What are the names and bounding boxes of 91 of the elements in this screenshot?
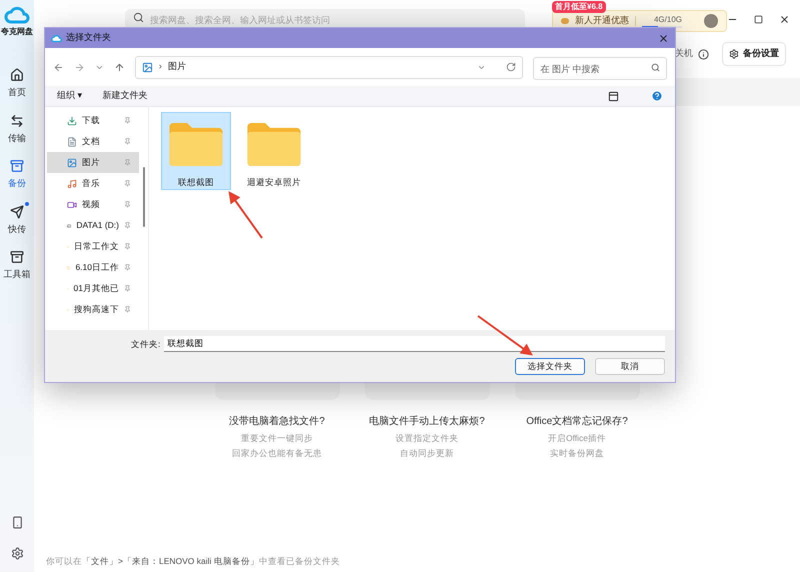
close-icon[interactable] bbox=[779, 14, 790, 24]
folder-field-label: 文件夹: bbox=[131, 338, 160, 350]
nav-pane-item[interactable]: 01月其他已 bbox=[47, 278, 139, 299]
promo-badge: 首月低至¥6.8 bbox=[552, 1, 606, 13]
feature-description: 自动同步更新 bbox=[400, 447, 454, 460]
document-icon bbox=[67, 136, 77, 146]
pin-icon[interactable] bbox=[124, 159, 131, 166]
nav-item[interactable]: 传输 bbox=[8, 114, 26, 145]
folder-name-field[interactable]: 联想截图 bbox=[164, 336, 665, 352]
feature-description: 开启Office插件 bbox=[548, 432, 606, 444]
info-icon[interactable] bbox=[698, 48, 709, 60]
pin-icon[interactable] bbox=[124, 306, 131, 313]
feature-description: 设置指定文件夹 bbox=[396, 432, 458, 444]
folder-icon bbox=[245, 121, 303, 166]
pin-icon[interactable] bbox=[124, 222, 131, 229]
new-folder-button[interactable]: 新建文件夹 bbox=[102, 89, 148, 103]
toolbox-icon bbox=[10, 250, 24, 264]
nav-pane-item[interactable]: 图片 bbox=[47, 152, 139, 173]
up-icon[interactable] bbox=[114, 62, 125, 72]
pin-icon[interactable] bbox=[124, 201, 131, 208]
cancel-button[interactable]: 取消 bbox=[595, 358, 665, 375]
nav-pane-item[interactable]: 视频 bbox=[47, 194, 139, 215]
home-icon bbox=[10, 68, 24, 82]
feature-title: 电脑文件手动上传太麻烦? bbox=[369, 414, 485, 428]
phone-icon[interactable] bbox=[10, 516, 24, 529]
footer-text: 你可以在 bbox=[46, 554, 82, 568]
promo-label: 新人开通优惠 bbox=[575, 14, 629, 28]
feature-description: 回家办公也能有备无患 bbox=[232, 447, 322, 460]
search-icon bbox=[133, 12, 144, 23]
avatar[interactable] bbox=[704, 14, 718, 28]
feature-title: 没带电脑着急找文件? bbox=[229, 414, 325, 428]
pin-icon[interactable] bbox=[124, 243, 131, 250]
picture-icon bbox=[142, 62, 153, 72]
organize-menu[interactable]: 组织 ▾ bbox=[57, 89, 83, 103]
refresh-icon[interactable] bbox=[506, 62, 516, 72]
select-folder-button[interactable]: 选择文件夹 bbox=[515, 358, 585, 375]
breadcrumb-separator: › bbox=[158, 60, 162, 74]
video-icon bbox=[67, 200, 77, 210]
pin-icon[interactable] bbox=[124, 285, 131, 292]
picture-icon bbox=[67, 158, 77, 168]
feature-description: 重要文件一键同步 bbox=[241, 432, 313, 444]
storage-usage: 4G/10G bbox=[654, 14, 682, 26]
nav-pane-item[interactable]: 搜狗高速下 bbox=[47, 299, 139, 320]
nav-pane-item[interactable]: 下载 bbox=[47, 110, 139, 131]
backup-icon bbox=[10, 159, 24, 173]
cloud-logo-icon bbox=[51, 34, 62, 42]
pin-icon[interactable] bbox=[124, 264, 131, 271]
footer-text: 中查看已备份文件夹 bbox=[258, 554, 340, 568]
folder-icon bbox=[167, 121, 225, 166]
forward-icon[interactable] bbox=[74, 62, 85, 72]
nav-item[interactable]: 备份 bbox=[8, 159, 26, 190]
scrollbar[interactable] bbox=[143, 167, 145, 227]
arrow-drawing bbox=[477, 315, 533, 356]
transfer-icon bbox=[10, 114, 24, 128]
nav-item[interactable]: 工具箱 bbox=[4, 250, 30, 282]
feature-description: 实时备份网盘 bbox=[550, 447, 604, 460]
settings-icon[interactable] bbox=[10, 547, 24, 560]
view-icon[interactable] bbox=[608, 90, 619, 102]
shutdown-label: 关机 bbox=[675, 47, 693, 60]
cloud-logo-icon bbox=[4, 6, 30, 24]
nav-item[interactable]: 快传 bbox=[8, 204, 26, 236]
arrow-drawing bbox=[228, 191, 263, 239]
breadcrumb-item[interactable]: 图片 bbox=[168, 60, 186, 74]
music-icon bbox=[67, 178, 77, 188]
pin-icon[interactable] bbox=[124, 138, 131, 145]
coin-icon bbox=[561, 18, 569, 24]
footer-link[interactable]: 「文件」>「来自：LENOVO kaili 电脑备份」 bbox=[82, 554, 259, 568]
search-icon bbox=[650, 62, 660, 72]
maximize-icon[interactable] bbox=[754, 14, 763, 24]
settings-icon bbox=[729, 49, 739, 59]
dialog-title: 选择文件夹 bbox=[66, 31, 111, 44]
folder-item[interactable]: 联想截图 bbox=[161, 112, 231, 190]
nav-item[interactable]: 首页 bbox=[8, 68, 26, 100]
back-icon[interactable] bbox=[53, 62, 64, 72]
address-bar[interactable]: › 图片 bbox=[134, 56, 524, 78]
folder-search-field[interactable]: 在 图片 中搜索 bbox=[533, 57, 667, 80]
help-icon[interactable] bbox=[651, 90, 663, 102]
send-icon bbox=[10, 204, 24, 218]
backup-settings-button[interactable]: 备份设置 bbox=[722, 42, 786, 66]
nav-pane-item[interactable]: 文档 bbox=[47, 131, 139, 152]
app-name: 夸克网盘 bbox=[1, 26, 33, 38]
nav-pane-item[interactable]: 6.10日工作 bbox=[47, 257, 139, 278]
download-icon bbox=[67, 116, 77, 126]
folder-item[interactable]: 迴避安卓照片 bbox=[239, 112, 309, 190]
nav-pane-item[interactable]: DATA1 (D:) bbox=[47, 215, 139, 236]
close-icon[interactable] bbox=[658, 32, 669, 44]
feature-title: Office文档常忘记保存? bbox=[526, 414, 628, 428]
pin-icon[interactable] bbox=[124, 117, 131, 124]
nav-pane-item[interactable]: 音乐 bbox=[47, 173, 139, 194]
nav-pane-item[interactable]: 日常工作文 bbox=[47, 236, 139, 257]
pin-icon[interactable] bbox=[124, 180, 131, 187]
